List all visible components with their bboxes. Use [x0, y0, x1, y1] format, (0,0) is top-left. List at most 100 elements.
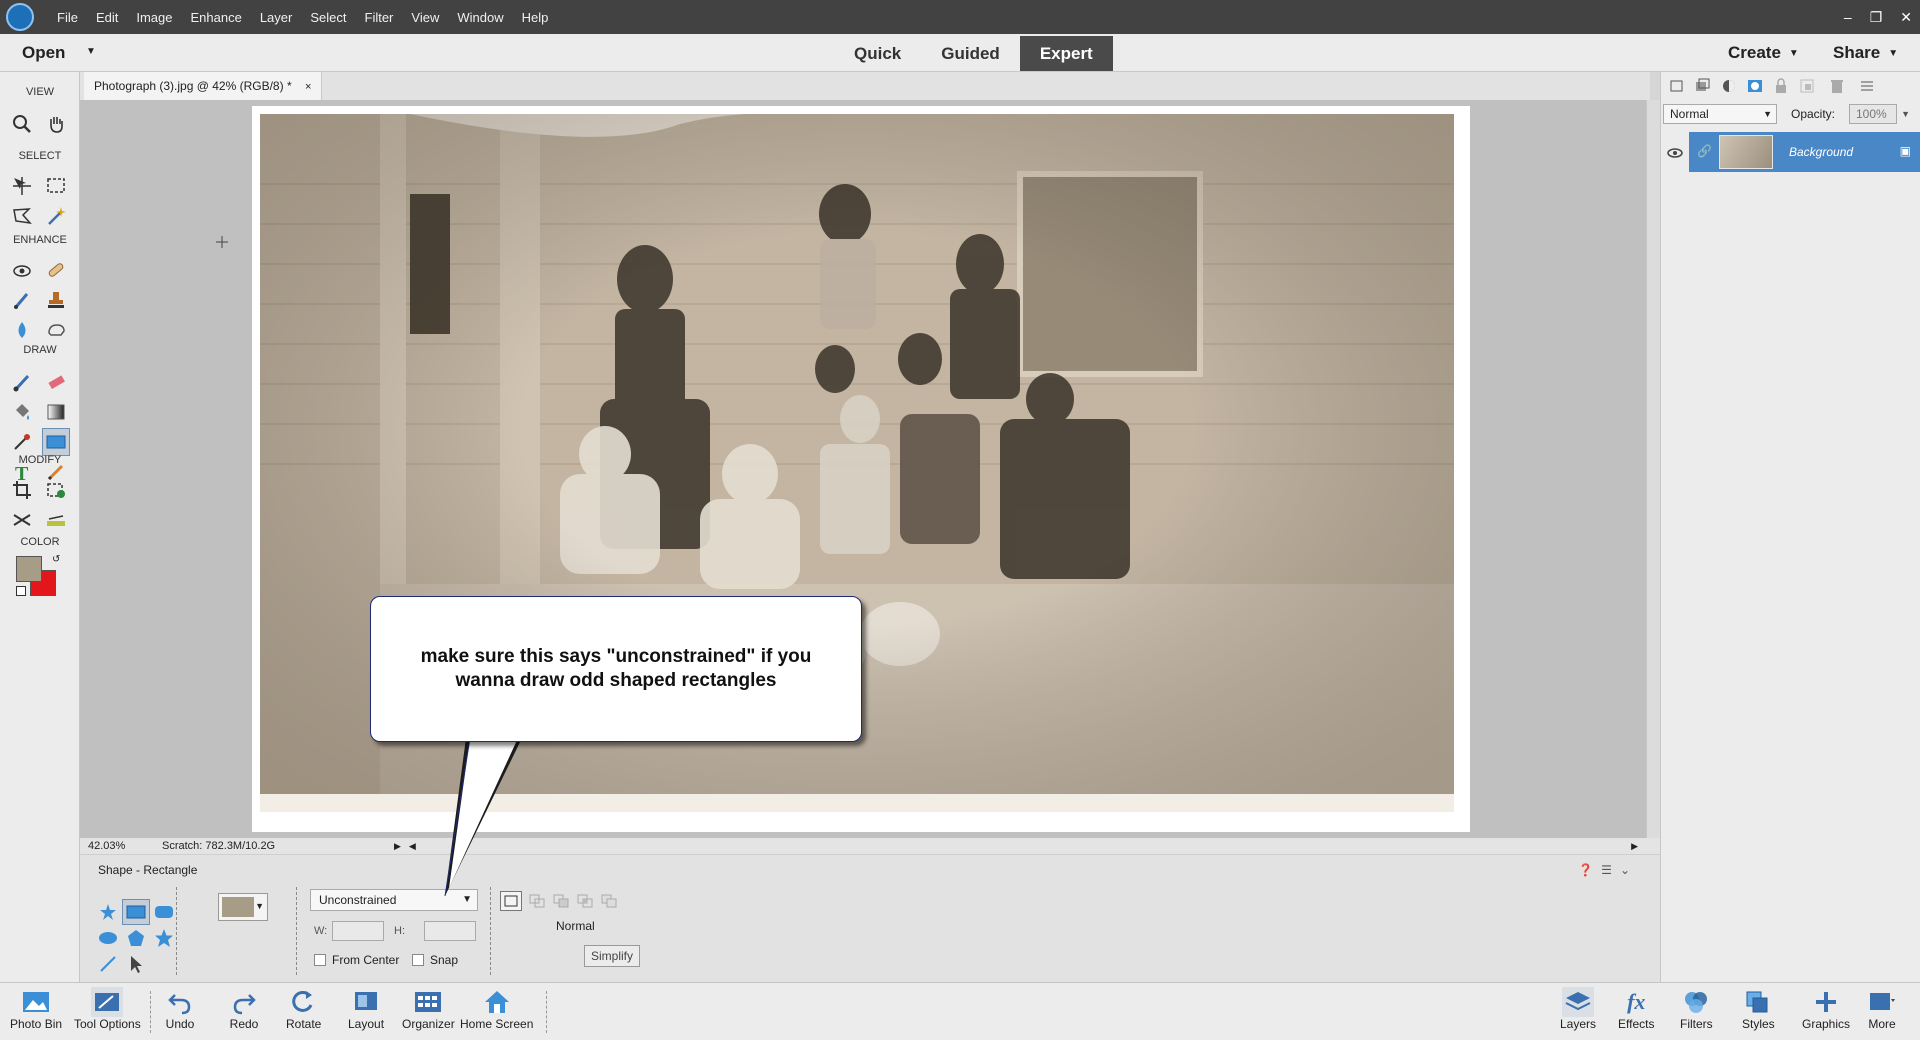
blend-mode-select[interactable]: Normal ▼ — [1663, 104, 1777, 124]
layer-name[interactable]: Background — [1789, 145, 1853, 159]
eyedropper-icon[interactable] — [8, 428, 36, 456]
menu-enhance[interactable]: Enhance — [182, 10, 251, 25]
tool-options-button[interactable]: Tool Options — [74, 987, 141, 1031]
tab-quick[interactable]: Quick — [834, 36, 921, 71]
tab-guided[interactable]: Guided — [921, 36, 1020, 71]
scroll-right-icon[interactable]: ▶ — [1631, 841, 1638, 852]
straighten-tool-icon[interactable] — [42, 506, 70, 534]
tab-expert[interactable]: Expert — [1019, 36, 1113, 71]
menu-image[interactable]: Image — [127, 10, 181, 25]
close-icon[interactable]: × — [305, 81, 311, 93]
open-dropdown-icon[interactable]: ▼ — [86, 46, 96, 57]
rectangle-shape-icon[interactable] — [122, 899, 150, 925]
content-aware-move-icon[interactable] — [8, 506, 36, 534]
shape-color-picker[interactable]: ▼ — [218, 893, 268, 921]
styles-button[interactable]: Styles — [1742, 987, 1775, 1031]
spot-healing-icon[interactable] — [42, 256, 70, 284]
marquee-tool-icon[interactable] — [42, 172, 70, 200]
zoom-tool-icon[interactable] — [8, 110, 36, 138]
recompose-tool-icon[interactable] — [42, 476, 70, 504]
polygon-shape-icon[interactable] — [122, 925, 150, 951]
effects-button[interactable]: fx Effects — [1618, 987, 1654, 1031]
zoom-level[interactable]: 42.03% — [80, 840, 154, 852]
sponge-tool-icon[interactable] — [42, 316, 70, 344]
create-button[interactable]: Create ▼ — [1728, 43, 1799, 63]
shape-selection-icon[interactable] — [122, 951, 150, 977]
trash-icon[interactable] — [1829, 78, 1845, 94]
layout-button[interactable]: Layout — [348, 987, 384, 1031]
document-tab[interactable]: Photograph (3).jpg @ 42% (RGB/8) * × — [84, 72, 323, 100]
menu-layer[interactable]: Layer — [251, 10, 302, 25]
menu-edit[interactable]: Edit — [87, 10, 127, 25]
star-shape-icon[interactable] — [150, 925, 178, 951]
blur-tool-icon[interactable] — [8, 316, 36, 344]
snap-box[interactable] — [412, 954, 424, 966]
rotate-button[interactable]: Rotate — [286, 987, 321, 1031]
lasso-tool-icon[interactable] — [8, 202, 36, 230]
simplify-button[interactable]: Simplify — [584, 945, 640, 967]
rounded-rectangle-icon[interactable] — [150, 899, 178, 925]
open-button[interactable]: Open — [22, 43, 65, 63]
redo-button[interactable]: Redo — [228, 987, 260, 1031]
visibility-eye-icon[interactable] — [1667, 145, 1683, 161]
ellipse-shape-icon[interactable] — [94, 925, 122, 951]
home-screen-button[interactable]: Home Screen — [460, 987, 533, 1031]
foreground-color-swatch[interactable] — [16, 556, 42, 582]
hand-tool-icon[interactable] — [42, 110, 70, 138]
layers-button[interactable]: Layers — [1560, 987, 1596, 1031]
default-colors-icon[interactable] — [16, 586, 26, 596]
menu-select[interactable]: Select — [301, 10, 355, 25]
smart-brush-icon[interactable] — [8, 286, 36, 314]
magic-wand-icon[interactable] — [42, 202, 70, 230]
crop-tool-icon[interactable] — [8, 476, 36, 504]
intersect-shape-icon[interactable] — [574, 891, 596, 911]
width-input[interactable] — [332, 921, 384, 941]
adjustment-layer-icon[interactable] — [1721, 78, 1737, 94]
more-button[interactable]: More — [1866, 987, 1898, 1031]
swap-colors-icon[interactable]: ↺ — [52, 554, 60, 565]
line-shape-icon[interactable] — [94, 951, 122, 977]
lock-icon[interactable] — [1773, 78, 1789, 94]
restore-icon[interactable]: ❐ — [1870, 9, 1883, 26]
chevron-down-icon[interactable]: ▼ — [1901, 105, 1910, 123]
link-icon[interactable]: 🔗 — [1697, 144, 1712, 158]
help-icon[interactable]: ❓ — [1578, 863, 1593, 877]
new-group-icon[interactable] — [1695, 78, 1711, 94]
from-center-checkbox[interactable]: From Center — [314, 953, 399, 967]
gradient-tool-icon[interactable] — [42, 398, 70, 426]
organizer-button[interactable]: Organizer — [402, 987, 455, 1031]
menu-filter[interactable]: Filter — [356, 10, 403, 25]
menu-file[interactable]: File — [48, 10, 87, 25]
paint-bucket-icon[interactable] — [8, 398, 36, 426]
photo-bin-button[interactable]: Photo Bin — [10, 987, 62, 1031]
collapse-icon[interactable]: ⌄ — [1620, 863, 1630, 877]
eraser-tool-icon[interactable] — [42, 368, 70, 396]
rectangle-shape-tool-icon[interactable] — [42, 428, 70, 456]
layer-row-background[interactable]: 🔗 Background ▣ — [1689, 132, 1920, 172]
from-center-box[interactable] — [314, 954, 326, 966]
red-eye-tool-icon[interactable] — [8, 256, 36, 284]
brush-tool-icon[interactable] — [8, 368, 36, 396]
vertical-scrollbar[interactable] — [1646, 100, 1660, 838]
menu-view[interactable]: View — [402, 10, 448, 25]
menu-help[interactable]: Help — [513, 10, 558, 25]
filters-button[interactable]: Filters — [1680, 987, 1713, 1031]
layer-mask-icon[interactable] — [1747, 78, 1763, 94]
lock-all-icon[interactable] — [1799, 78, 1815, 94]
close-window-icon[interactable]: ✕ — [1900, 9, 1912, 26]
clone-stamp-icon[interactable] — [42, 286, 70, 314]
graphics-button[interactable]: Graphics — [1802, 987, 1850, 1031]
move-tool-icon[interactable] — [8, 172, 36, 200]
snap-checkbox[interactable]: Snap — [412, 953, 458, 967]
layer-lock-icon[interactable]: ▣ — [1900, 144, 1911, 158]
menu-window[interactable]: Window — [448, 10, 512, 25]
panel-menu-icon[interactable]: ☰ — [1601, 863, 1612, 877]
custom-shape-icon[interactable] — [94, 899, 122, 925]
minimize-icon[interactable]: – — [1844, 9, 1852, 25]
exclude-overlap-icon[interactable] — [598, 891, 620, 911]
share-button[interactable]: Share ▼ — [1833, 43, 1898, 63]
new-layer-icon[interactable] — [1669, 78, 1685, 94]
height-input[interactable] — [424, 921, 476, 941]
opacity-input[interactable]: 100% ▼ — [1849, 104, 1910, 124]
canvas-area[interactable] — [80, 100, 1646, 838]
